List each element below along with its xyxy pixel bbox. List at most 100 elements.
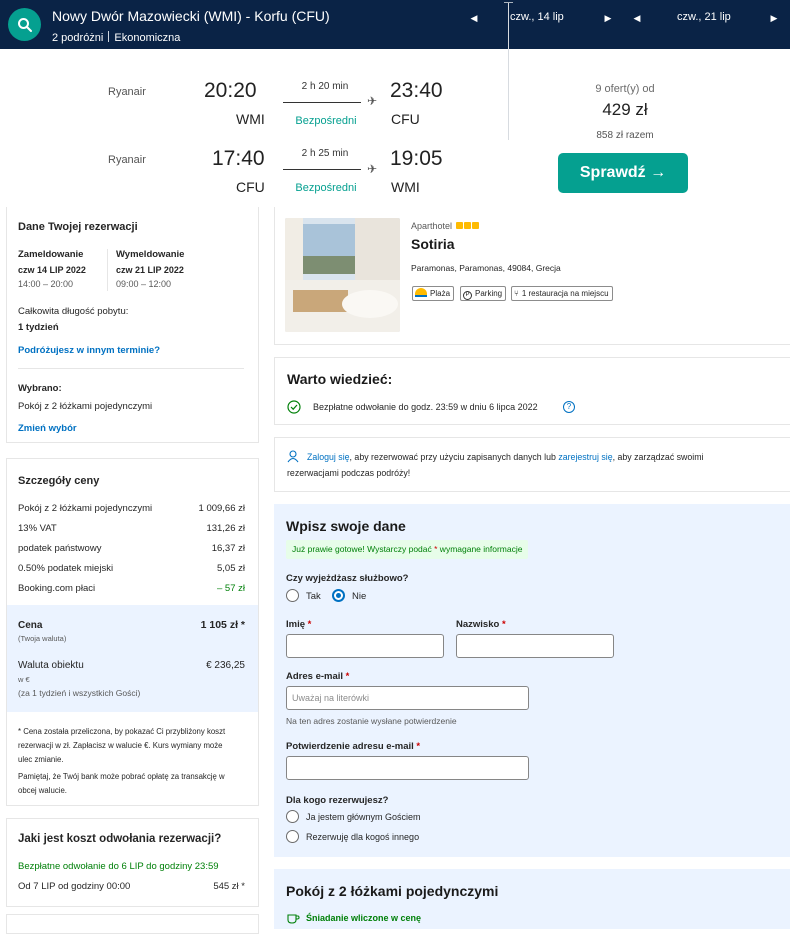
arrow-left-icon: ◀ (633, 13, 641, 23)
hotel-address: Paramonas, Paramonas, 49084, Grecja (411, 263, 561, 273)
first-name-label-text: Imię (286, 619, 306, 630)
booking-for-question: Dla kogo rezerwujesz? (286, 795, 389, 806)
hotel-type: Aparthotel (411, 221, 479, 231)
outbound-departure-time: 20:20 (204, 79, 257, 102)
total-price-value: 1 105 zł * (200, 619, 245, 631)
stay-length-label: Całkowita długość pobytu: (18, 306, 129, 317)
worth-knowing-title: Warto wiedzieć: (287, 371, 393, 387)
hotel-name[interactable]: Sotiria (411, 236, 455, 252)
outbound-arrival-time: 23:40 (390, 79, 443, 102)
flight-search-bar: Nowy Dwór Mazowiecki (WMI) - Korfu (CFU)… (0, 0, 790, 49)
star-icon (463, 222, 471, 229)
inbound-airline: Ryanair (108, 154, 146, 166)
price-row-value: 131,26 zł (206, 523, 245, 534)
business-trip-yes-radio[interactable] (286, 589, 299, 602)
offers-count: 9 ofert(y) od (595, 83, 655, 95)
worth-knowing-panel: Warto wiedzieć: Bezpłatne odwołanie do g… (274, 357, 790, 425)
facility-tag-beach: Plaża (412, 286, 455, 301)
next-depart-date-button[interactable]: ▶ (601, 10, 615, 26)
depart-date[interactable]: czw., 14 lip (510, 11, 564, 27)
checkout-label: Wymeldowanie (116, 249, 185, 260)
signin-panel: Zaloguj się, aby rezerwować przy użyciu … (274, 437, 790, 492)
required-star: * (501, 619, 506, 630)
free-cancellation-info: Bezpłatne odwołanie do godz. 23:59 w dni… (313, 402, 538, 412)
facility-tag-label: 1 restauracja na miejscu (521, 289, 609, 298)
signin-link[interactable]: Zaloguj się (307, 452, 350, 462)
signin-text-part: , aby zarządzać swoimi (612, 452, 704, 462)
divider (108, 31, 110, 42)
price-row-label: 13% VAT (18, 523, 57, 534)
currency-note-line: rezerwacji w zł. Zapłacisz w walucie €. … (18, 741, 223, 750)
business-trip-no-label[interactable]: Nie (352, 591, 366, 602)
currency-note-line: ulec zmianie. (18, 755, 64, 764)
route-title[interactable]: Nowy Dwór Mazowiecki (WMI) - Korfu (CFU) (52, 8, 330, 24)
form-notice-text: wymagane informacje (437, 544, 523, 554)
arrow-right-icon: ▶ (770, 13, 778, 23)
main-guest-label[interactable]: Ja jestem głównym Gościem (306, 812, 421, 822)
selected-room: Pokój z 2 łóżkami pojedynczymi (18, 401, 153, 412)
required-star: * (345, 671, 350, 682)
property-currency-unit: w € (18, 675, 30, 684)
travellers-count: 2 podróżni (52, 32, 104, 44)
search-button[interactable] (8, 8, 41, 41)
email-input[interactable]: Uważaj na literówki (286, 686, 529, 710)
email-placeholder: Uważaj na literówki (292, 693, 370, 703)
change-selection-link[interactable]: Zmień wybór (18, 423, 77, 434)
inbound-arrival-time: 19:05 (390, 147, 443, 170)
form-notice: Już prawie gotowe! Wystarczy podać * wym… (286, 540, 529, 559)
checkout-date: czw 21 LIP 2022 (116, 265, 184, 275)
check-flight-button[interactable]: Sprawdź → (558, 153, 688, 193)
return-date[interactable]: czw., 21 lip (677, 11, 731, 27)
someone-else-radio[interactable] (286, 830, 299, 843)
price-row-label: Pokój z 2 łóżkami pojedynczymi (18, 503, 153, 514)
price-row-label: 0.50% podatek miejski (18, 563, 114, 574)
other-dates-link[interactable]: Podróżujesz w innym terminie? (18, 345, 160, 356)
register-link[interactable]: zarejestruj się (558, 452, 612, 462)
outbound-duration-line (283, 102, 361, 103)
cabin-class: Ekonomiczna (114, 32, 181, 44)
first-name-input[interactable] (286, 634, 444, 658)
outbound-stops: Bezpośredni (295, 115, 357, 127)
paid-cancellation-label: Od 7 LIP od godziny 00:00 (18, 881, 131, 892)
cancellation-title: Jaki jest koszt odwołania rezerwacji? (18, 833, 222, 845)
email-confirm-input[interactable] (286, 756, 529, 780)
outbound-departure-airport: WMI (236, 111, 265, 127)
hotel-photo-image (285, 218, 400, 332)
arrow-right-icon: ▶ (604, 13, 612, 23)
prev-depart-date-button[interactable]: ◀ (467, 10, 481, 26)
price-row-value: 5,05 zł (217, 563, 245, 574)
flight-price-total: 858 zł razem (596, 130, 654, 141)
trip-details[interactable]: 2 podróżni Ekonomiczna (52, 31, 180, 44)
business-trip-no-radio[interactable] (332, 589, 345, 602)
email-confirm-label: Potwierdzenie adresu e-mail * (286, 741, 420, 752)
checkout-time: 09:00 – 12:00 (116, 279, 172, 289)
price-row-value: 16,37 zł (211, 543, 245, 554)
business-trip-yes-label[interactable]: Tak (306, 591, 321, 602)
last-name-input[interactable] (456, 634, 614, 658)
someone-else-label[interactable]: Rezerwuję dla kogoś innego (306, 832, 419, 842)
search-icon (17, 17, 32, 32)
inbound-departure-time: 17:40 (212, 147, 265, 170)
checkin-date: czw 14 LIP 2022 (18, 265, 86, 275)
parking-icon: P (463, 291, 472, 300)
booking-details-title: Dane Twojej rezerwacji (18, 221, 138, 233)
facility-tag-label: Parking (475, 289, 503, 298)
property-currency-value: € 236,25 (206, 660, 245, 671)
flight-card-divider (504, 2, 513, 140)
hotel-photo[interactable] (285, 218, 400, 332)
beach-icon (415, 288, 427, 297)
property-currency-label: Waluta obiektu (18, 660, 84, 671)
next-return-date-button[interactable]: ▶ (767, 10, 781, 26)
inbound-duration: 2 h 25 min (301, 148, 349, 159)
property-currency-note: (za 1 tydzień i wszystkich Gości) (18, 688, 141, 698)
inbound-departure-airport: CFU (236, 179, 265, 195)
breakfast-included: Śniadanie wliczone w cenę (306, 913, 422, 923)
main-guest-radio[interactable] (286, 810, 299, 823)
form-notice-text: Już prawie gotowe! Wystarczy podać (292, 544, 435, 554)
hotel-type-label: Aparthotel (411, 221, 453, 231)
help-icon[interactable]: ? (563, 401, 575, 413)
last-name-label-text: Nazwisko (456, 619, 500, 630)
required-star: * (307, 619, 312, 630)
prev-return-date-button[interactable]: ◀ (630, 10, 644, 26)
email-label-text: Adres e-mail (286, 671, 344, 682)
